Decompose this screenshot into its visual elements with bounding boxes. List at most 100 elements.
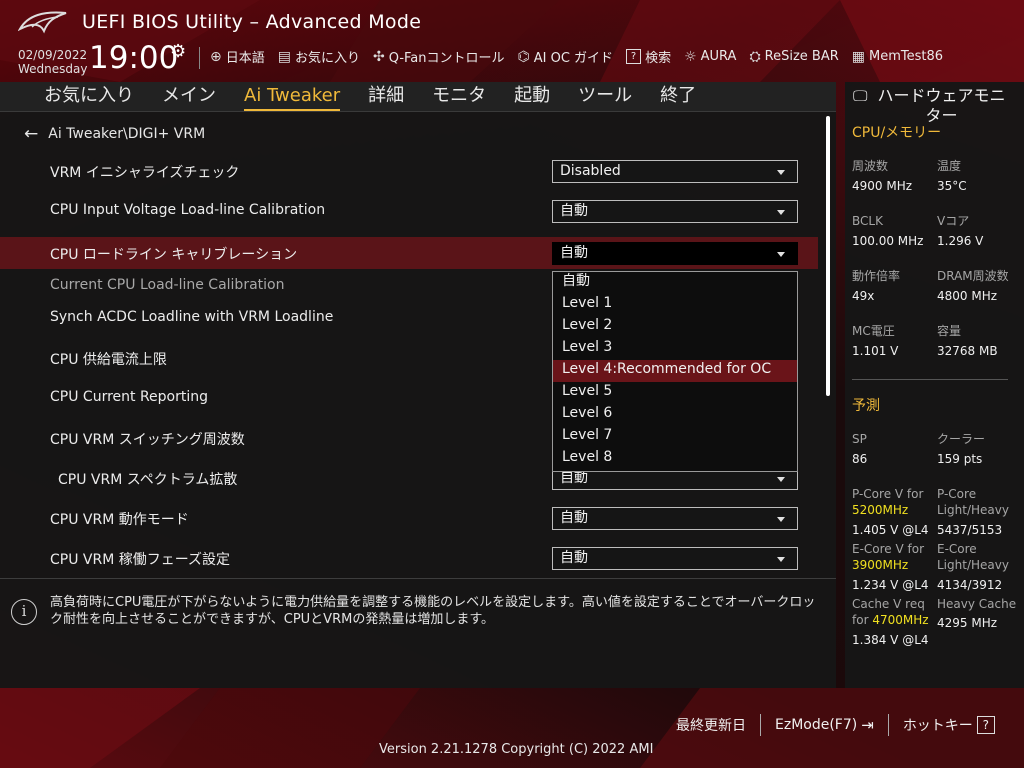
hardware-monitor-title: 🖵 ハードウェアモニター xyxy=(853,86,1011,126)
chevron-down-icon xyxy=(777,477,785,482)
ezmode-button[interactable]: EzMode(F7) ⇥ xyxy=(775,716,874,734)
dropdown-option[interactable]: Level 2 xyxy=(553,316,797,338)
setting-select-cpu-vrm-operation-mode[interactable]: 自動 xyxy=(552,507,798,530)
last-modified-button[interactable]: 最終更新日 xyxy=(676,715,746,735)
chevron-down-icon xyxy=(777,210,785,215)
setting-label: CPU VRM 動作モード xyxy=(50,512,189,528)
hw-label: P-Core Light/Heavy xyxy=(937,486,1009,518)
footer-divider xyxy=(887,714,889,736)
hw-label-line: Light/Heavy xyxy=(937,558,1009,572)
hw-value: 1.234 V @L4 xyxy=(852,578,929,592)
chevron-down-icon xyxy=(777,170,785,175)
toolbar-ai-oc-label: AI OC ガイド xyxy=(533,51,614,66)
setting-row-cpu-vrm-operation-mode[interactable]: CPU VRM 動作モード 自動 xyxy=(0,502,818,534)
setting-description: 高負荷時にCPU電圧が下がらないように電力供給量を調整する機能のレベルを設定しま… xyxy=(50,595,816,627)
toolbar-memtest[interactable]: ▦ MemTest86 xyxy=(852,47,943,66)
main-nav: お気に入り メイン Ai Tweaker 詳細 モニタ 起動 ツール 終了 xyxy=(0,82,836,112)
dropdown-option-selected[interactable]: Level 4:Recommended for OC xyxy=(553,360,797,382)
hotkeys-button[interactable]: ホットキー ? xyxy=(903,715,995,735)
select-value: 自動 xyxy=(560,510,588,526)
tab-advanced[interactable]: 詳細 xyxy=(368,82,404,111)
toolbar-language[interactable]: ⊕ 日本語 xyxy=(210,47,265,67)
hw-value: 5437/5153 xyxy=(937,523,1003,537)
tab-exit[interactable]: 終了 xyxy=(660,82,696,111)
setting-label: CPU Input Voltage Load-line Calibration xyxy=(50,202,326,218)
date-display: 02/09/2022 Wednesday xyxy=(18,48,87,76)
info-divider xyxy=(0,578,836,579)
hw-value: 86 xyxy=(852,452,868,466)
ai-oc-icon: ⌬ xyxy=(517,48,530,65)
help-icon: ? xyxy=(976,716,995,734)
hotkeys-label: ホットキー xyxy=(902,718,973,734)
hw-label-word: for xyxy=(852,613,869,627)
setting-select-vrm-init-check[interactable]: Disabled xyxy=(552,160,798,183)
hw-label: MC電圧 xyxy=(852,324,895,338)
hw-label: P-Core V for 5200MHz xyxy=(852,486,923,518)
toolbar-aura-label: AURA xyxy=(700,49,737,64)
hw-label: 容量 xyxy=(937,324,962,338)
tab-ai-tweaker[interactable]: Ai Tweaker xyxy=(244,82,341,111)
last-modified-label: 最終更新日 xyxy=(676,718,746,734)
tab-boot[interactable]: 起動 xyxy=(514,82,550,111)
hw-value: 4134/3912 xyxy=(937,578,1003,592)
setting-row-cpu-input-llc[interactable]: CPU Input Voltage Load-line Calibration … xyxy=(0,195,818,227)
resize-bar-icon: ⛭ xyxy=(749,48,761,65)
toolbar-resize-bar[interactable]: ⛭ ReSize BAR xyxy=(749,47,838,66)
setting-select-cpu-llc[interactable]: 自動 xyxy=(552,242,798,265)
hw-label: E-Core V for 3900MHz xyxy=(852,541,924,573)
select-value: 自動 xyxy=(560,470,588,486)
back-arrow-icon[interactable]: ← xyxy=(24,124,38,144)
dropdown-option[interactable]: Level 8 xyxy=(553,448,797,470)
dropdown-option[interactable]: Level 1 xyxy=(553,294,797,316)
hw-label-line: P-Core xyxy=(937,487,977,501)
rog-logo-icon xyxy=(17,9,70,35)
dropdown-option[interactable]: Level 5 xyxy=(553,382,797,404)
app-title: UEFI BIOS Utility – Advanced Mode xyxy=(82,11,422,33)
weekday-value: Wednesday xyxy=(18,62,88,76)
select-value: 自動 xyxy=(560,203,588,219)
hw-label: Heavy Cache xyxy=(937,597,1017,611)
llc-dropdown-list: 自動 Level 1 Level 2 Level 3 Level 4:Recom… xyxy=(552,271,798,472)
favorites-icon: ▤ xyxy=(277,48,291,65)
setting-row-cpu-vrm-phase-control[interactable]: CPU VRM 稼働フェーズ設定 自動 xyxy=(0,542,818,574)
toolbar-resize-bar-label: ReSize BAR xyxy=(764,49,839,64)
tab-monitor[interactable]: モニタ xyxy=(432,82,486,111)
tab-tool[interactable]: ツール xyxy=(578,82,632,111)
version-text: Version 2.21.1278 Copyright (C) 2022 AMI xyxy=(379,742,654,757)
setting-row-cpu-llc[interactable]: CPU ロードライン キャリブレーション 自動 xyxy=(0,237,818,269)
setting-row-vrm-init-check[interactable]: VRM イニシャライズチェック Disabled xyxy=(0,155,818,187)
hw-label: Cache V req for 4700MHz xyxy=(852,596,929,628)
dropdown-option[interactable]: Level 6 xyxy=(553,404,797,426)
hw-label: クーラー xyxy=(937,432,986,446)
hw-label-line: for 4700MHz xyxy=(852,612,929,628)
search-icon: ? xyxy=(626,49,642,64)
setting-label: Current CPU Load-line Calibration xyxy=(50,277,285,293)
hw-label: DRAM周波数 xyxy=(937,269,1009,283)
prediction-heading: 予測 xyxy=(852,398,880,414)
setting-label: CPU Current Reporting xyxy=(50,389,209,405)
hw-value: 4295 MHz xyxy=(937,616,998,630)
tab-main[interactable]: メイン xyxy=(162,82,216,111)
aura-icon: ☼ xyxy=(684,48,697,65)
toolbar-ai-oc[interactable]: ⌬ AI OC ガイド xyxy=(517,47,614,67)
toolbar-aura[interactable]: ☼ AURA xyxy=(684,47,736,66)
dropdown-option[interactable]: 自動 xyxy=(553,272,797,294)
dropdown-option[interactable]: Level 7 xyxy=(553,426,797,448)
tab-favorites[interactable]: お気に入り xyxy=(44,82,134,111)
chevron-down-icon xyxy=(777,557,785,562)
setting-label: CPU ロードライン キャリブレーション xyxy=(50,247,298,263)
settings-scrollbar[interactable] xyxy=(826,116,830,396)
hw-label-line: Cache V req xyxy=(852,597,925,611)
hw-label-line: E-Core xyxy=(937,542,977,556)
breadcrumb: ← Ai Tweaker\DIGI+ VRM xyxy=(24,124,205,144)
toolbar-favorites[interactable]: ▤ お気に入り xyxy=(277,47,360,67)
setting-select-cpu-input-llc[interactable]: 自動 xyxy=(552,200,798,223)
toolbar-qfan[interactable]: ✣ Q-Fanコントロール xyxy=(373,47,505,67)
hw-value: 32768 MB xyxy=(937,344,998,358)
dropdown-option[interactable]: Level 3 xyxy=(553,338,797,360)
hardware-monitor-title-text: ハードウェアモニター xyxy=(877,86,1006,125)
toolbar-search[interactable]: ? 検索 xyxy=(626,47,671,66)
clock-settings-gear-icon[interactable]: ⚙ xyxy=(170,41,186,62)
setting-select-cpu-vrm-phase-control[interactable]: 自動 xyxy=(552,547,798,570)
hw-value: 100.00 MHz xyxy=(852,234,924,248)
